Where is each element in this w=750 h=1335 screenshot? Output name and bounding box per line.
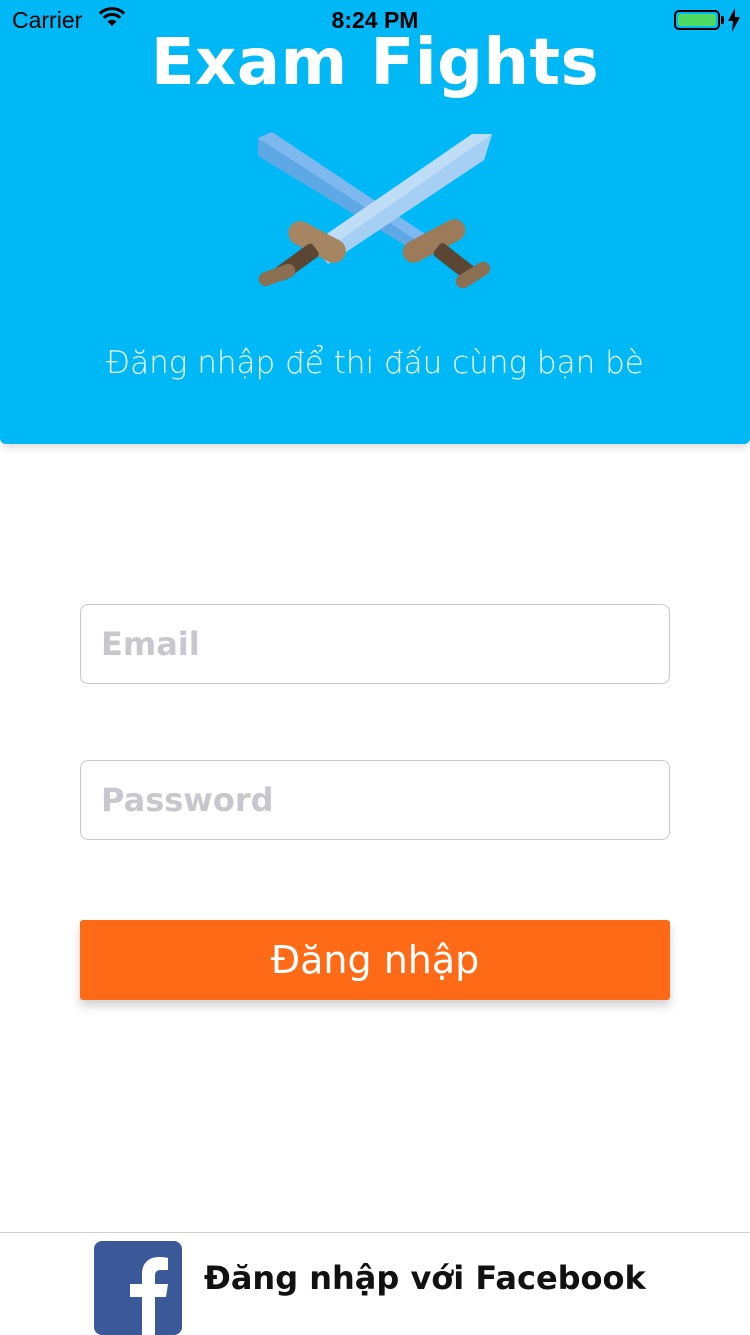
login-subtitle: Đăng nhập để thi đấu cùng bạn bè	[106, 345, 644, 381]
facebook-login-label: Đăng nhập với Facebook	[204, 1259, 646, 1297]
login-button[interactable]: Đăng nhập	[80, 920, 670, 1000]
password-field[interactable]	[80, 760, 670, 840]
email-field[interactable]	[80, 604, 670, 684]
battery-tip	[721, 16, 724, 24]
facebook-login-button[interactable]: Đăng nhập với Facebook	[0, 1232, 750, 1335]
header-banner: Carrier 8:24 PM Exam Fights Đăng nhập để…	[0, 0, 750, 444]
facebook-logo-icon	[94, 1241, 182, 1335]
crossed-swords-icon	[250, 126, 500, 306]
app-title: Exam Fights	[150, 26, 600, 100]
